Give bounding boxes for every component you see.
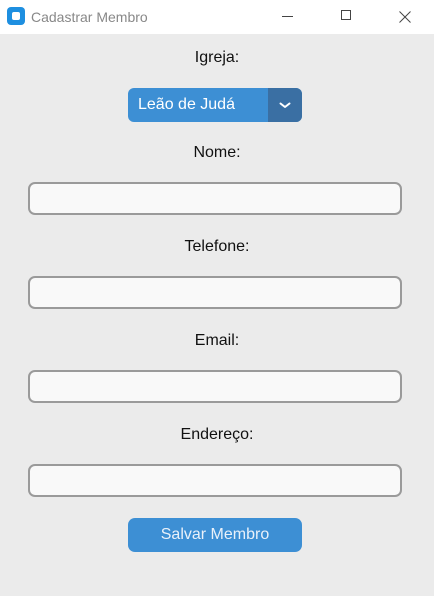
email-field[interactable] (28, 370, 402, 403)
dropdown-arrow-button[interactable] (268, 88, 302, 122)
chevron-down-icon (279, 102, 291, 108)
title-bar: Cadastrar Membro (0, 0, 434, 34)
save-member-button[interactable]: Salvar Membro (128, 518, 302, 552)
endereco-field[interactable] (28, 464, 402, 497)
telefone-label: Telefone: (184, 238, 250, 255)
nome-field[interactable] (28, 182, 402, 215)
app-icon (7, 7, 25, 25)
close-button[interactable] (381, 0, 427, 34)
close-icon (399, 11, 411, 23)
maximize-button[interactable] (323, 0, 369, 34)
window-title: Cadastrar Membro (31, 9, 148, 25)
igreja-label: Igreja: (194, 49, 240, 66)
igreja-dropdown[interactable]: Leão de Judá (128, 88, 302, 122)
telefone-field[interactable] (28, 276, 402, 309)
email-label: Email: (194, 332, 240, 349)
igreja-selected-value: Leão de Judá (138, 96, 235, 113)
endereco-label: Endereço: (180, 426, 254, 443)
nome-label: Nome: (193, 144, 241, 161)
minimize-button[interactable] (265, 0, 311, 34)
